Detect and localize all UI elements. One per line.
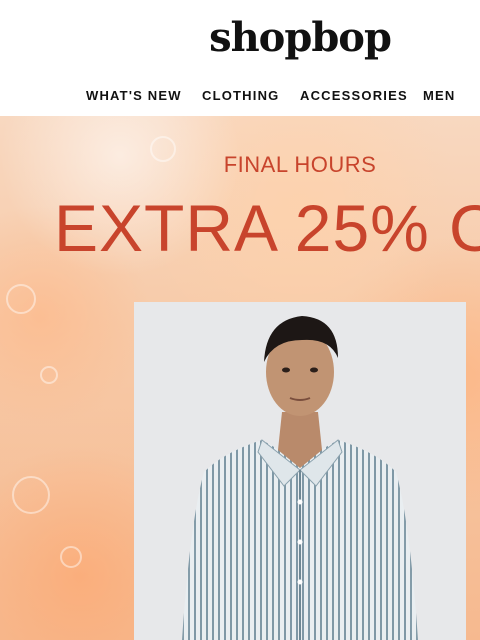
model-photo-illustration	[182, 316, 418, 640]
site-header: shopbop WHAT'S NEW CLOTHING ACCESSORIES …	[0, 0, 480, 116]
promo-headline: EXTRA 25% O	[54, 191, 480, 265]
decorative-bubble	[6, 284, 36, 314]
decorative-bubble	[12, 476, 50, 514]
nav-item-accessories[interactable]: ACCESSORIES	[300, 88, 408, 103]
promo-kicker: FINAL HOURS	[223, 152, 377, 177]
nav-item-whats-new[interactable]: WHAT'S NEW	[86, 88, 182, 103]
decorative-bubble	[60, 546, 82, 568]
product-image[interactable]	[134, 302, 466, 640]
main-nav: WHAT'S NEW CLOTHING ACCESSORIES MEN	[0, 88, 480, 110]
nav-item-men[interactable]: MEN	[423, 88, 456, 103]
decorative-bubble	[40, 366, 58, 384]
brand-logo[interactable]: shopbop	[0, 14, 480, 61]
nav-item-clothing[interactable]: CLOTHING	[202, 88, 279, 103]
promo-hero-banner[interactable]: FINAL HOURS EXTRA 25% O	[0, 116, 480, 640]
